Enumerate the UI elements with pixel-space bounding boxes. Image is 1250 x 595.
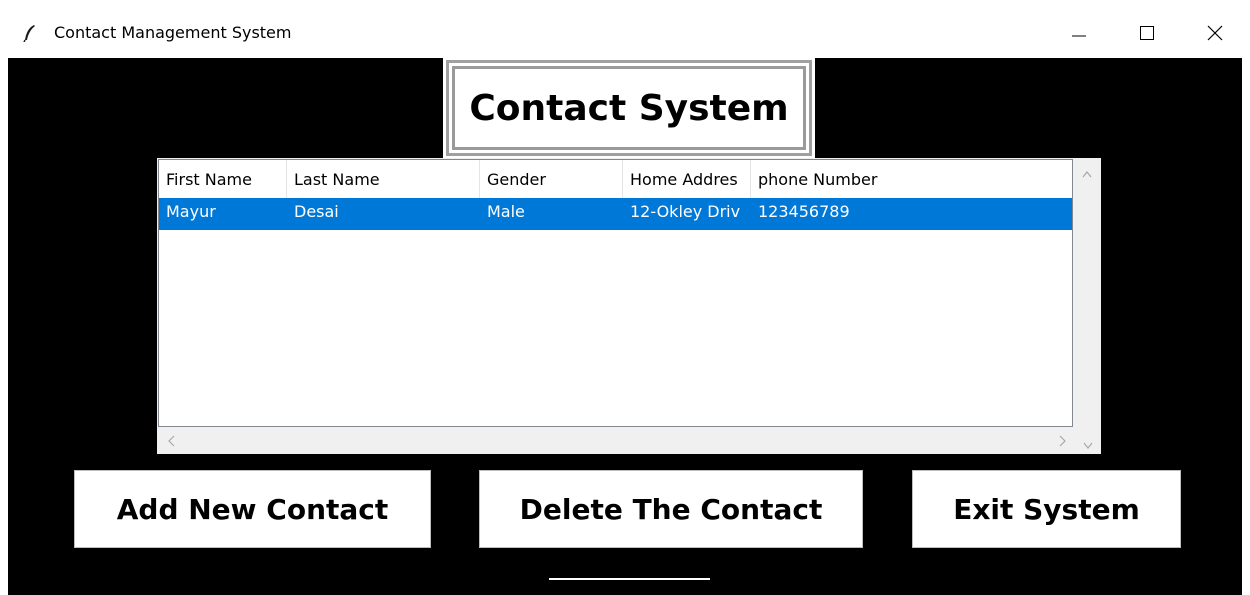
close-button[interactable] bbox=[1192, 14, 1238, 52]
divider bbox=[549, 578, 710, 580]
exit-system-button[interactable]: Exit System bbox=[912, 470, 1181, 548]
window-title: Contact Management System bbox=[54, 23, 292, 42]
title-bar: Contact Management System bbox=[0, 0, 1250, 58]
scrollbar-corner bbox=[1074, 428, 1101, 454]
table-row[interactable]: Mayur Desai Male 12-Okley Driv 123456789 bbox=[159, 198, 1072, 230]
column-header-first-name[interactable]: First Name bbox=[159, 160, 287, 198]
cell-phone-number: 123456789 bbox=[758, 202, 850, 221]
maximize-icon bbox=[1140, 26, 1154, 40]
maximize-button[interactable] bbox=[1124, 14, 1170, 52]
feather-icon bbox=[22, 24, 38, 43]
horizontal-scrollbar[interactable] bbox=[158, 428, 1074, 454]
minimize-icon bbox=[1072, 26, 1086, 40]
add-new-contact-button[interactable]: Add New Contact bbox=[74, 470, 431, 548]
scroll-left-icon[interactable] bbox=[167, 434, 175, 450]
cell-home-address: 12-Okley Driv bbox=[630, 202, 741, 221]
vertical-scrollbar[interactable] bbox=[1074, 159, 1101, 427]
column-header-gender[interactable]: Gender bbox=[480, 160, 623, 198]
contacts-table: First Name Last Name Gender Home Addres … bbox=[157, 158, 1101, 454]
scroll-down-icon[interactable] bbox=[1083, 437, 1093, 453]
cell-first-name: Mayur bbox=[166, 202, 216, 221]
delete-contact-button[interactable]: Delete The Contact bbox=[479, 470, 863, 548]
close-icon bbox=[1207, 25, 1223, 41]
table-header: First Name Last Name Gender Home Addres … bbox=[159, 160, 1072, 198]
page-title: Contact System bbox=[469, 87, 789, 129]
heading-box: Contact System bbox=[443, 57, 815, 159]
cell-last-name: Desai bbox=[294, 202, 339, 221]
column-header-home-address[interactable]: Home Addres bbox=[623, 160, 751, 198]
column-header-phone-number[interactable]: phone Number bbox=[751, 160, 1072, 198]
column-header-last-name[interactable]: Last Name bbox=[287, 160, 480, 198]
cell-gender: Male bbox=[487, 202, 525, 221]
minimize-button[interactable] bbox=[1056, 14, 1102, 52]
scroll-right-icon[interactable] bbox=[1059, 434, 1067, 450]
table-viewport: First Name Last Name Gender Home Addres … bbox=[158, 159, 1073, 427]
scroll-up-icon[interactable] bbox=[1082, 165, 1092, 181]
